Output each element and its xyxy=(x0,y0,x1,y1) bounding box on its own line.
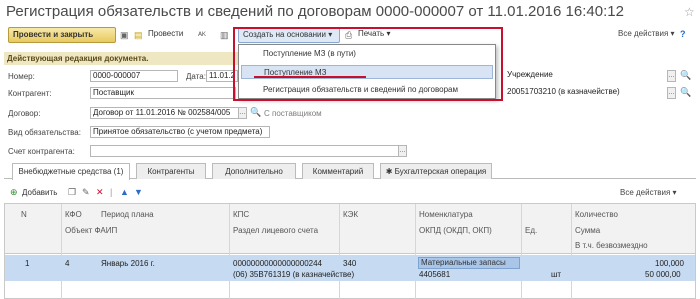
cell-sum: 50 000,00 xyxy=(645,270,681,279)
search-icon[interactable]: 🔍 xyxy=(250,104,261,120)
header-period[interactable]: Период плана xyxy=(101,210,154,219)
cell-period: Январь 2016 г. xyxy=(101,259,155,268)
tab-contractors[interactable]: Контрагенты xyxy=(136,163,206,179)
separator-icon: | xyxy=(110,187,113,197)
cell-nomenclature[interactable]: Материальные запасы xyxy=(418,257,520,269)
tab-accounting-label: Бухгалтерская операция xyxy=(394,167,487,176)
header-unit[interactable]: Ед. xyxy=(525,226,537,235)
obligation-type-field[interactable]: Принятое обязательство (с учетом предмет… xyxy=(90,126,270,138)
all-actions-button[interactable]: Все действия ▾ xyxy=(614,27,675,43)
grid-all-actions-label: Все действия xyxy=(620,188,671,197)
contractor-account-select-button[interactable]: … xyxy=(667,87,676,99)
save-icon[interactable]: ▣ xyxy=(120,27,129,43)
post-and-close-button[interactable]: Провести и закрыть xyxy=(8,27,116,43)
cell-unit: шт xyxy=(551,270,562,279)
contract-select-button[interactable]: … xyxy=(238,107,247,119)
column-divider xyxy=(415,204,416,299)
column-divider xyxy=(571,204,572,299)
contractor-acc-field[interactable] xyxy=(90,145,406,157)
cell-section: (06) 35В761319 (в казначействе) xyxy=(233,270,355,279)
contract-type-link[interactable]: С поставщиком xyxy=(264,109,322,118)
cell-kek: 340 xyxy=(343,259,357,268)
column-divider xyxy=(229,204,230,299)
grid-all-actions-button[interactable]: Все действия ▾ xyxy=(620,188,677,197)
cell-quantity: 100,000 xyxy=(655,259,684,268)
contract-label: Договор: xyxy=(8,109,41,118)
delete-icon[interactable]: ✕ xyxy=(96,184,104,200)
number-field[interactable]: 0000-000007 xyxy=(90,70,178,82)
post-button[interactable]: Провести xyxy=(144,27,192,43)
move-up-icon[interactable]: ▲ xyxy=(120,184,129,200)
tab-extra-budget[interactable]: Внебюджетные средства (1) xyxy=(12,163,130,180)
report-icon[interactable]: ▥ xyxy=(220,27,229,43)
header-n[interactable]: N xyxy=(21,210,27,219)
favorite-star-icon[interactable]: ☆ xyxy=(684,5,695,19)
items-table: N КФО Период плана КПС КЭК Номенклатура … xyxy=(4,203,696,299)
tab-comment[interactable]: Комментарий xyxy=(302,163,374,179)
dt-kt-icon[interactable]: ᴬᴷ xyxy=(198,27,206,43)
contractor-acc-label: Счет контрагента: xyxy=(8,147,75,156)
post-document-icon[interactable]: ▤ xyxy=(134,27,143,43)
cell-okpd: 4405681 xyxy=(419,270,451,279)
header-nomenclature[interactable]: Номенклатура xyxy=(419,210,473,219)
highlight-frame xyxy=(233,27,503,101)
tab-additional[interactable]: Дополнительно xyxy=(212,163,296,179)
date-label: Дата: xyxy=(186,72,206,81)
grid-toolbar: ⊕ Добавить ❐ ✎ ✕ | ▲ ▼ Все действия ▾ xyxy=(4,183,696,201)
cell-kps: 00000000000000000244 xyxy=(233,259,322,268)
chevron-down-icon: ▾ xyxy=(670,29,675,38)
contractor-acc-select-button[interactable]: … xyxy=(398,145,407,157)
move-down-icon[interactable]: ▼ xyxy=(134,184,143,200)
search-icon[interactable]: 🔍 xyxy=(680,67,691,83)
edit-status-note: Действующая редакция документа. xyxy=(4,52,240,65)
header-quantity[interactable]: Количество xyxy=(575,210,618,219)
column-divider xyxy=(61,204,62,299)
contractor-account-field[interactable]: 20051703210 (в казначействе) xyxy=(505,87,677,99)
tab-accounting[interactable]: ✱ Бухгалтерская операция xyxy=(380,163,492,179)
column-divider xyxy=(521,204,522,299)
number-label: Номер: xyxy=(8,72,35,81)
obligation-type-label: Вид обязательства: xyxy=(8,128,81,137)
add-button[interactable]: Добавить xyxy=(22,188,57,197)
help-icon[interactable]: ? xyxy=(680,26,686,42)
cell-n: 1 xyxy=(25,259,30,268)
header-kps[interactable]: КПС xyxy=(233,210,249,219)
institution-field[interactable]: Учреждение xyxy=(505,70,677,82)
all-actions-label: Все действия xyxy=(618,29,669,38)
add-icon: ⊕ xyxy=(10,187,18,197)
search-icon[interactable]: 🔍 xyxy=(680,84,691,100)
header-okpd[interactable]: ОКПД (ОКДП, ОКП) xyxy=(419,226,492,235)
contract-field[interactable]: Договор от 11.01.2016 № 002584/005 xyxy=(90,107,246,119)
window-title: Регистрация обязательств и сведений по д… xyxy=(6,3,624,20)
column-divider xyxy=(339,204,340,299)
header-section[interactable]: Раздел лицевого счета xyxy=(233,226,318,235)
header-sum[interactable]: Сумма xyxy=(575,226,600,235)
accounting-icon: ✱ xyxy=(385,167,395,176)
cell-kfo: 4 xyxy=(65,259,70,268)
header-kfo[interactable]: КФО xyxy=(65,210,82,219)
copy-icon[interactable]: ❐ xyxy=(68,184,76,200)
header-object[interactable]: Объект ФАИП xyxy=(65,226,117,235)
tabs-bar: Внебюджетные средства (1) Контрагенты До… xyxy=(4,163,696,180)
contractor-label: Контрагент: xyxy=(8,89,52,98)
contractor-field[interactable]: Поставщик xyxy=(90,87,236,99)
table-row[interactable]: 1 4 Январь 2016 г. 00000000000000000244 … xyxy=(5,255,695,281)
institution-select-button[interactable]: … xyxy=(667,70,676,82)
header-free[interactable]: В т.ч. безвозмездно xyxy=(575,241,648,250)
edit-icon[interactable]: ✎ xyxy=(82,184,90,200)
header-kek[interactable]: КЭК xyxy=(343,210,358,219)
